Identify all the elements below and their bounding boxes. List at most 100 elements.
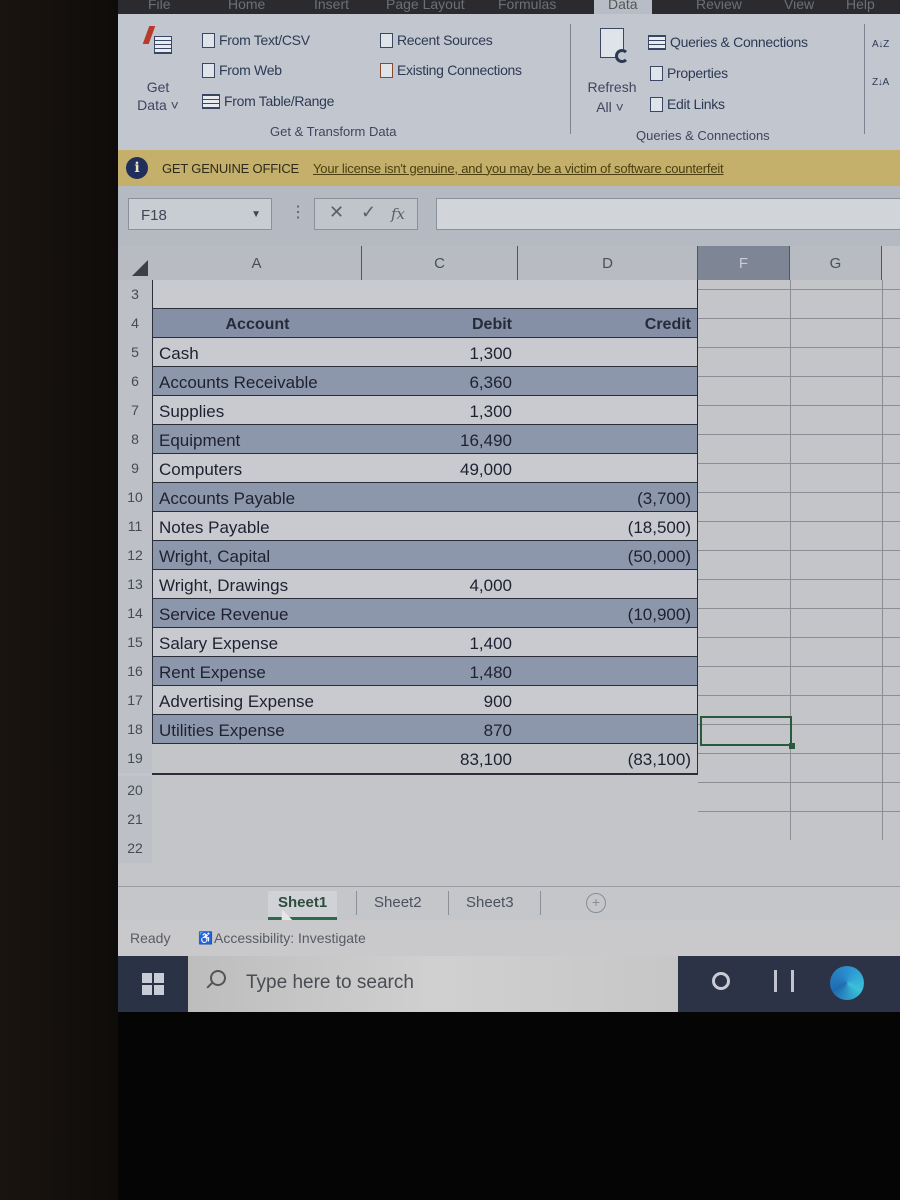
account-cell[interactable]: Wright, Drawings bbox=[152, 570, 362, 599]
column-header-f[interactable]: F bbox=[698, 246, 790, 280]
dropdown-arrow-icon[interactable]: ▼ bbox=[251, 209, 261, 220]
formula-input[interactable] bbox=[436, 198, 900, 230]
queries-connections-button[interactable]: Queries & Connections bbox=[648, 34, 808, 50]
accessibility-status[interactable]: Accessibility: Investigate bbox=[214, 930, 366, 946]
debit-cell[interactable]: 6,360 bbox=[362, 367, 518, 396]
tab-review[interactable]: Review bbox=[696, 0, 742, 12]
tab-home[interactable]: Home bbox=[228, 0, 265, 12]
row-number[interactable]: 10 bbox=[118, 483, 152, 512]
name-box[interactable]: F18 ▼ bbox=[128, 198, 272, 230]
credit-cell[interactable] bbox=[518, 686, 698, 715]
edit-links-button[interactable]: Edit Links bbox=[650, 96, 725, 112]
column-header-c[interactable]: C bbox=[362, 246, 518, 280]
row-number[interactable]: 18 bbox=[118, 715, 152, 744]
credit-cell[interactable] bbox=[518, 396, 698, 425]
debit-cell[interactable]: 4,000 bbox=[362, 570, 518, 599]
credit-cell[interactable]: (18,500) bbox=[518, 512, 698, 541]
header-account[interactable]: Account bbox=[152, 309, 362, 338]
cell[interactable] bbox=[518, 280, 698, 309]
column-header-a[interactable]: A bbox=[152, 246, 362, 280]
credit-cell[interactable] bbox=[518, 425, 698, 454]
row-number[interactable]: 8 bbox=[118, 425, 152, 454]
taskbar-search[interactable]: Type here to search bbox=[188, 956, 688, 1012]
row-number[interactable]: 11 bbox=[118, 512, 152, 541]
row-number[interactable]: 16 bbox=[118, 657, 152, 686]
sheet-tab-sheet2[interactable]: Sheet2 bbox=[364, 891, 432, 917]
account-cell[interactable]: Accounts Payable bbox=[152, 483, 362, 512]
recent-sources-button[interactable]: Recent Sources bbox=[380, 32, 493, 48]
task-view-icon[interactable] bbox=[774, 970, 794, 992]
debit-cell[interactable]: 49,000 bbox=[362, 454, 518, 483]
debit-cell[interactable]: 900 bbox=[362, 686, 518, 715]
debit-cell[interactable] bbox=[362, 599, 518, 628]
tab-help[interactable]: Help bbox=[846, 0, 875, 12]
account-cell[interactable]: Wright, Capital bbox=[152, 541, 362, 570]
debit-cell[interactable] bbox=[362, 483, 518, 512]
account-cell[interactable]: Service Revenue bbox=[152, 599, 362, 628]
header-credit[interactable]: Credit bbox=[518, 309, 698, 338]
tab-view[interactable]: View bbox=[784, 0, 814, 12]
debit-cell[interactable]: 870 bbox=[362, 715, 518, 744]
sort-za-button[interactable]: Z↓A bbox=[872, 78, 889, 88]
row-number[interactable]: 17 bbox=[118, 686, 152, 715]
row-number[interactable]: 14 bbox=[118, 599, 152, 628]
tab-file[interactable]: File bbox=[148, 0, 171, 12]
credit-cell[interactable] bbox=[518, 570, 698, 599]
tab-data[interactable]: Data bbox=[594, 0, 652, 14]
cell[interactable] bbox=[362, 280, 518, 309]
account-cell[interactable]: Rent Expense bbox=[152, 657, 362, 686]
account-cell[interactable]: Computers bbox=[152, 454, 362, 483]
account-cell[interactable]: Supplies bbox=[152, 396, 362, 425]
row-number[interactable]: 22 bbox=[118, 834, 152, 863]
row-number[interactable]: 5 bbox=[118, 338, 152, 367]
fx-icon[interactable]: fx bbox=[391, 205, 405, 223]
cortana-icon[interactable] bbox=[712, 972, 730, 990]
from-table-range-button[interactable]: From Table/Range bbox=[202, 93, 334, 109]
debit-cell[interactable]: 1,300 bbox=[362, 396, 518, 425]
row-number[interactable]: 6 bbox=[118, 367, 152, 396]
sort-az-button[interactable]: A↓Z bbox=[872, 40, 889, 50]
sheet-tab-sheet3[interactable]: Sheet3 bbox=[456, 891, 524, 917]
credit-cell[interactable] bbox=[518, 338, 698, 367]
add-sheet-icon[interactable]: + bbox=[586, 893, 606, 913]
credit-cell[interactable]: (3,700) bbox=[518, 483, 698, 512]
tab-insert[interactable]: Insert bbox=[314, 0, 349, 12]
account-cell[interactable]: Cash bbox=[152, 338, 362, 367]
credit-cell[interactable] bbox=[518, 367, 698, 396]
row-number[interactable]: 9 bbox=[118, 454, 152, 483]
from-web-button[interactable]: From Web bbox=[202, 62, 282, 78]
row-number[interactable]: 21 bbox=[118, 805, 152, 834]
properties-button[interactable]: Properties bbox=[650, 65, 728, 81]
total-debit[interactable]: 83,100 bbox=[362, 744, 518, 773]
row-number[interactable]: 19 bbox=[118, 744, 152, 773]
tab-formulas[interactable]: Formulas bbox=[498, 0, 556, 12]
credit-cell[interactable] bbox=[518, 715, 698, 744]
row-number[interactable]: 20 bbox=[118, 776, 152, 805]
credit-cell[interactable] bbox=[518, 657, 698, 686]
drag-handle-icon[interactable]: ⋮ bbox=[290, 202, 306, 222]
credit-cell[interactable] bbox=[518, 454, 698, 483]
existing-connections-button[interactable]: Existing Connections bbox=[380, 62, 522, 78]
enter-icon[interactable]: ✓ bbox=[361, 202, 376, 223]
debit-cell[interactable]: 1,400 bbox=[362, 628, 518, 657]
row-number[interactable]: 12 bbox=[118, 541, 152, 570]
selected-cell-f18[interactable] bbox=[700, 716, 795, 749]
credit-cell[interactable]: (10,900) bbox=[518, 599, 698, 628]
credit-cell[interactable] bbox=[518, 628, 698, 657]
row-number[interactable]: 15 bbox=[118, 628, 152, 657]
select-all-button[interactable] bbox=[118, 246, 152, 280]
debit-cell[interactable]: 16,490 bbox=[362, 425, 518, 454]
account-cell[interactable]: Equipment bbox=[152, 425, 362, 454]
debit-cell[interactable] bbox=[362, 512, 518, 541]
account-cell[interactable]: Salary Expense bbox=[152, 628, 362, 657]
tab-page-layout[interactable]: Page Layout bbox=[386, 0, 465, 12]
row-number[interactable]: 7 bbox=[118, 396, 152, 425]
column-header-d[interactable]: D bbox=[518, 246, 698, 280]
account-cell[interactable]: Advertising Expense bbox=[152, 686, 362, 715]
row-number[interactable]: 4 bbox=[118, 309, 152, 338]
row-number[interactable]: 3 bbox=[118, 280, 152, 309]
credit-cell[interactable]: (50,000) bbox=[518, 541, 698, 570]
column-header-g[interactable]: G bbox=[790, 246, 882, 280]
debit-cell[interactable] bbox=[362, 541, 518, 570]
from-text-csv-button[interactable]: From Text/CSV bbox=[202, 32, 310, 48]
